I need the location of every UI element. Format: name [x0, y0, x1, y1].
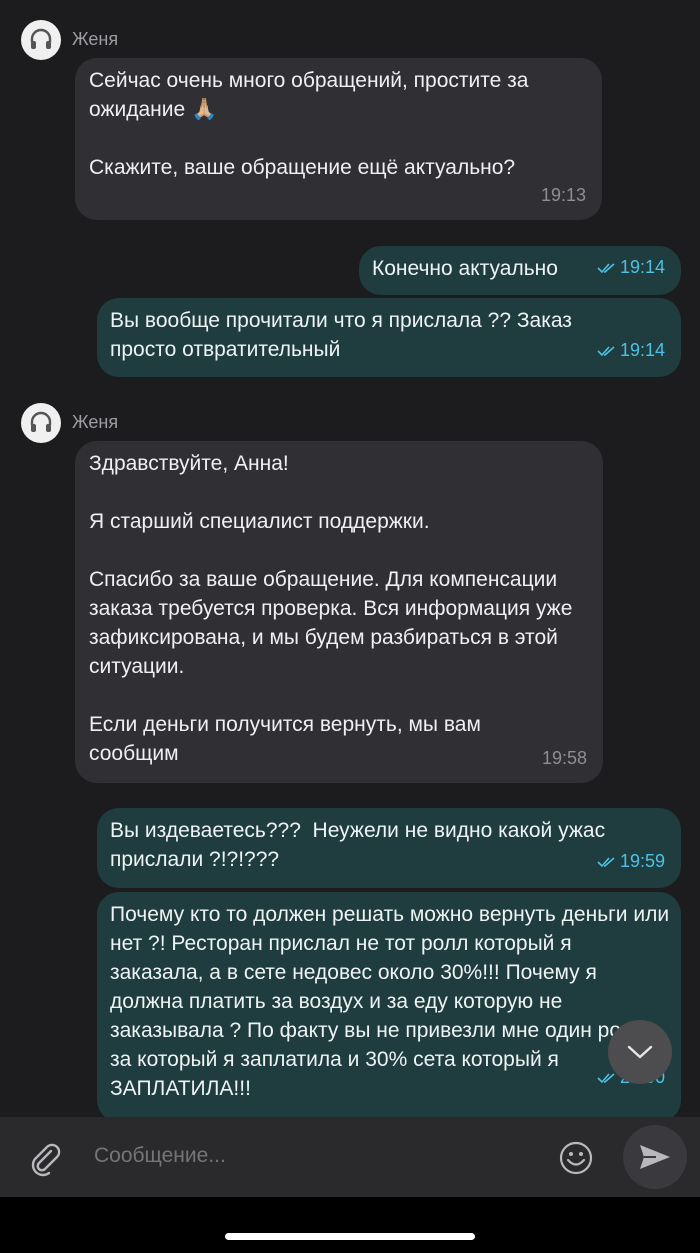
emoji-button[interactable]	[558, 1140, 594, 1176]
incoming-message[interactable]: Сейчас очень много обращений, простите з…	[75, 58, 602, 220]
message-time-status: 19:14	[597, 253, 665, 282]
double-check-icon	[597, 262, 615, 273]
message-text: Конечно актуально	[372, 257, 558, 280]
message-time: 19:59	[619, 851, 665, 871]
chevron-down-icon	[627, 1045, 653, 1059]
message-time-status: 19:59	[597, 847, 665, 876]
message-text: Здравствуйте, Анна!	[89, 452, 289, 475]
message-text: Почему кто то должен решать можно вернут…	[110, 903, 670, 1100]
message-text: Сейчас очень много обращений, простите з…	[89, 69, 535, 121]
message-time: 19:13	[540, 185, 586, 205]
message-text: Я старший специалист поддержки.	[89, 510, 430, 533]
message-text: Вы вообще прочитали что я прислала ?? За…	[110, 309, 572, 361]
send-icon	[640, 1145, 670, 1169]
message-text: Если деньги получится вернуть, мы вам со…	[89, 713, 487, 765]
double-check-icon	[597, 345, 615, 356]
message-text: Скажите, ваше обращение ещё актуально?	[89, 156, 516, 179]
avatar[interactable]	[21, 20, 61, 60]
send-button[interactable]	[623, 1125, 687, 1189]
message-time-status: 19:14	[597, 336, 665, 365]
sender-name: Женя	[72, 29, 119, 49]
message-text: Спасибо за ваше обращение. Для компенсац…	[89, 568, 579, 678]
home-bar	[0, 1197, 700, 1253]
double-check-icon	[597, 1072, 615, 1083]
message-text: Вы издеваетесь??? Неужели не видно какой…	[110, 819, 611, 871]
outgoing-message[interactable]: Конечно актуально 19:14	[359, 246, 681, 295]
outgoing-message[interactable]: Вы вообще прочитали что я прислала ?? За…	[97, 298, 681, 377]
message-input[interactable]	[92, 1143, 536, 1169]
incoming-message[interactable]: Здравствуйте, Анна! Я старший специалист…	[75, 441, 603, 783]
scroll-to-bottom-button[interactable]	[608, 1020, 672, 1084]
double-check-icon	[597, 856, 615, 867]
message-time: 19:58	[541, 748, 587, 768]
paperclip-icon	[31, 1143, 61, 1177]
sender-name: Женя	[72, 412, 119, 432]
message-time: 19:14	[619, 340, 665, 360]
avatar[interactable]	[21, 403, 61, 443]
outgoing-message[interactable]: Почему кто то должен решать можно вернут…	[97, 892, 681, 1117]
headset-icon	[30, 411, 52, 432]
headset-icon	[30, 28, 52, 49]
home-indicator[interactable]	[225, 1233, 475, 1240]
chat-history[interactable]: Женя Сейчас очень много обращений, прост…	[0, 0, 700, 1117]
attach-button[interactable]	[26, 1139, 64, 1177]
smiley-icon	[559, 1141, 593, 1175]
outgoing-message[interactable]: Вы издеваетесь??? Неужели не видно какой…	[97, 808, 681, 888]
message-time: 19:14	[619, 257, 665, 277]
message-composer	[0, 1117, 700, 1197]
